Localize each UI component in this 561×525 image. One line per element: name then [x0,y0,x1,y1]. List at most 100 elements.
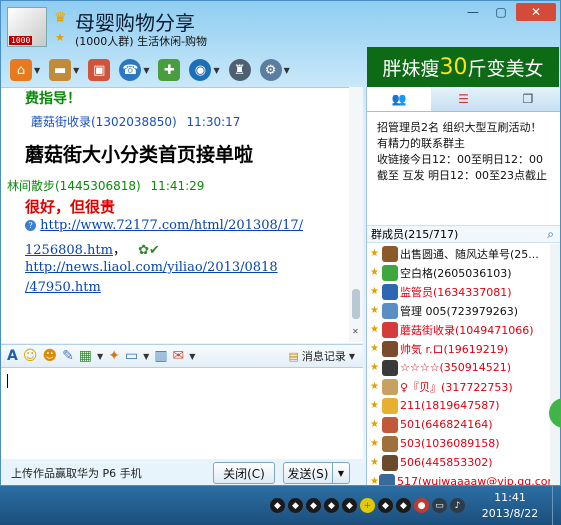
app-tray-icon[interactable]: ● [414,498,429,513]
member-list[interactable]: ★ 出售圆通、随风达单号(25... ★ 空白格(2605036103) ★ 监管员(16… [367,244,560,486]
chat-history[interactable]: 费指导！ 蘑菇街收录(1302038850) 11:30:17 蘑菇街大小分类首… [1,87,363,343]
camera-button[interactable]: ◉ ▼ [186,57,222,83]
role-star-icon: ★ [370,476,379,486]
maximize-button[interactable]: ▢ [488,3,514,21]
taskbar-clock[interactable]: 11:41 2013/8/22 [470,490,550,522]
magic-icon[interactable]: ✦ [108,348,120,364]
qq-icon[interactable]: ◆ [324,498,339,513]
fun-face-icon[interactable]: ☻ [42,348,57,364]
sender-name[interactable]: 蘑菇街收录(1302038850) [31,115,177,129]
chevron-down-icon[interactable]: ▼ [73,66,79,75]
member-avatar [382,283,398,300]
member-name: 517(wuiwaaaaw@vip.qq.com) [396,475,560,486]
member-avatar [382,245,398,262]
search-icon[interactable]: ⌕ [547,227,554,242]
qq-icon[interactable]: ◆ [288,498,303,513]
member-row[interactable]: ★ ☆☆☆☆(350914521) [367,358,560,377]
member-name: ♀『贝』(317722753) [400,380,513,394]
tab-windows[interactable]: ❐ [496,87,560,111]
screenshot-icon[interactable]: ▭ [125,348,138,364]
member-row[interactable]: ★ 管理 005(723979263) [367,301,560,320]
system-tray: ◆ ◆ ◆ ◆ ◆ + ◆ ◆ ● ▭ ♪ [270,486,465,525]
show-desktop-button[interactable] [552,486,561,525]
chevron-down-icon[interactable]: ▼ [97,352,103,361]
member-row[interactable]: ★ 506(445853302) [367,453,560,472]
ad-banner[interactable]: 胖妹瘦 30 斤变美女 [367,47,559,87]
member-row[interactable]: ★ 出售圆通、随风达单号(25... [367,244,560,263]
send-button[interactable]: 发送(S) [283,462,333,484]
link[interactable]: 1256808.htm [25,243,113,258]
qq-icon[interactable]: ◆ [396,498,411,513]
police-button[interactable]: ♜ [226,57,254,83]
member-row[interactable]: ★ 空白格(2605036103) [367,263,560,282]
member-row[interactable]: ★ 帅気 r.ロ(19619219) [367,339,560,358]
close-button[interactable]: 关闭(C) [213,462,275,484]
member-row[interactable]: ★ 503(1036089158) [367,434,560,453]
member-row[interactable]: ★ 211(1819647587) [367,396,560,415]
settings-button[interactable]: ⚙ ▼ [257,57,293,83]
promo-hint[interactable]: 上传作品赢取华为 P6 手机 [11,465,142,481]
screen-button[interactable]: ▣ [85,57,113,83]
folder-button[interactable]: ▬ ▼ [46,57,82,83]
chevron-down-icon[interactable]: ▼ [143,66,149,75]
font-icon[interactable]: A [7,348,18,364]
member-row[interactable]: ★ 监管员(1634337081) [367,282,560,301]
member-row[interactable]: ★ 501(646824164) [367,415,560,434]
chevron-down-icon[interactable]: ▼ [34,66,40,75]
link[interactable]: http://news.liaol.com/yiliao/2013/0818 [25,260,278,275]
member-avatar [382,321,398,338]
message-time: 11:30:17 [186,115,241,129]
sender-name[interactable]: 林间散步(1445306818) [7,179,141,193]
monitor-icon[interactable]: ▭ [432,498,447,513]
add-note-button[interactable]: ✚ [155,57,183,83]
scroll-down-icon[interactable]: ✕ [352,327,359,336]
side-panel: 👥 ☰ ❐ 招管理员2名 组织大型互刷活动！有精力的联系群主 收链接今日12：0… [366,87,560,486]
qq-icon[interactable]: ◆ [342,498,357,513]
message-input[interactable] [1,368,363,459]
plus-icon[interactable]: + [360,498,375,513]
member-row[interactable]: ★ ♀『贝』(317722753) [367,377,560,396]
member-name: 管理 005(723979263) [400,304,519,318]
member-name: 帅気 r.ロ(19619219) [400,342,509,356]
history-button[interactable]: ▤ 消息记录 ▼ [288,348,355,364]
chevron-down-icon[interactable]: ▼ [213,66,219,75]
link[interactable]: http://www.72177.com/html/201308/17/ [40,218,303,233]
message-text: 蘑菇街大小分类首页接单啦 [25,144,254,166]
send-options-button[interactable]: ▼ [332,462,350,484]
minimize-button[interactable]: — [460,3,486,21]
avatar-badge: 1000 [9,36,33,45]
member-avatar [378,473,395,485]
screen-icon: ▣ [88,59,111,81]
scrollbar-thumb[interactable] [352,289,360,319]
tab-list[interactable]: ☰ [431,87,495,111]
window-subtitle[interactable]: (1000人群) 生活休闲-购物 [75,33,207,49]
close-window-button[interactable]: ✕ [516,3,556,21]
crown-icon: ♛ [54,10,67,26]
message-header: 蘑菇街收录(1302038850) 11:30:17 [31,113,240,130]
qq-icon[interactable]: ◆ [306,498,321,513]
clock-date: 2013/8/22 [481,507,539,520]
member-row[interactable]: ★ 517(wuiwaaaaw@vip.qq.com) [367,472,560,486]
edit-icon[interactable]: ✎ [62,348,74,364]
chat-button[interactable]: ☎ ▼ [116,57,152,83]
chat-scrollbar[interactable]: ✕ [349,87,363,342]
role-star-icon: ★ [370,343,379,354]
chevron-down-icon[interactable]: ▼ [284,66,290,75]
member-row[interactable]: ★ 蘑菇街收录(1049471066) [367,320,560,339]
member-scrollbar[interactable] [550,244,560,485]
home-button[interactable]: ⌂ ▼ [7,57,43,83]
chevron-down-icon[interactable]: ▼ [189,352,195,361]
app-icon[interactable]: ✉ [173,348,185,364]
group-avatar[interactable]: 1000 [7,7,47,47]
image-icon[interactable]: ▦ [79,348,92,364]
volume-icon[interactable]: ♪ [450,498,465,513]
windows-icon: ❐ [522,92,534,106]
link[interactable]: /47950.htm [25,280,101,295]
chart-icon[interactable]: ▥ [154,348,167,364]
role-star-icon: ★ [370,248,379,259]
chevron-down-icon[interactable]: ▼ [143,352,149,361]
tab-members[interactable]: 👥 [367,87,432,111]
qq-icon[interactable]: ◆ [270,498,285,513]
emoji-icon[interactable]: ☺ [23,348,38,364]
qq-icon[interactable]: ◆ [378,498,393,513]
